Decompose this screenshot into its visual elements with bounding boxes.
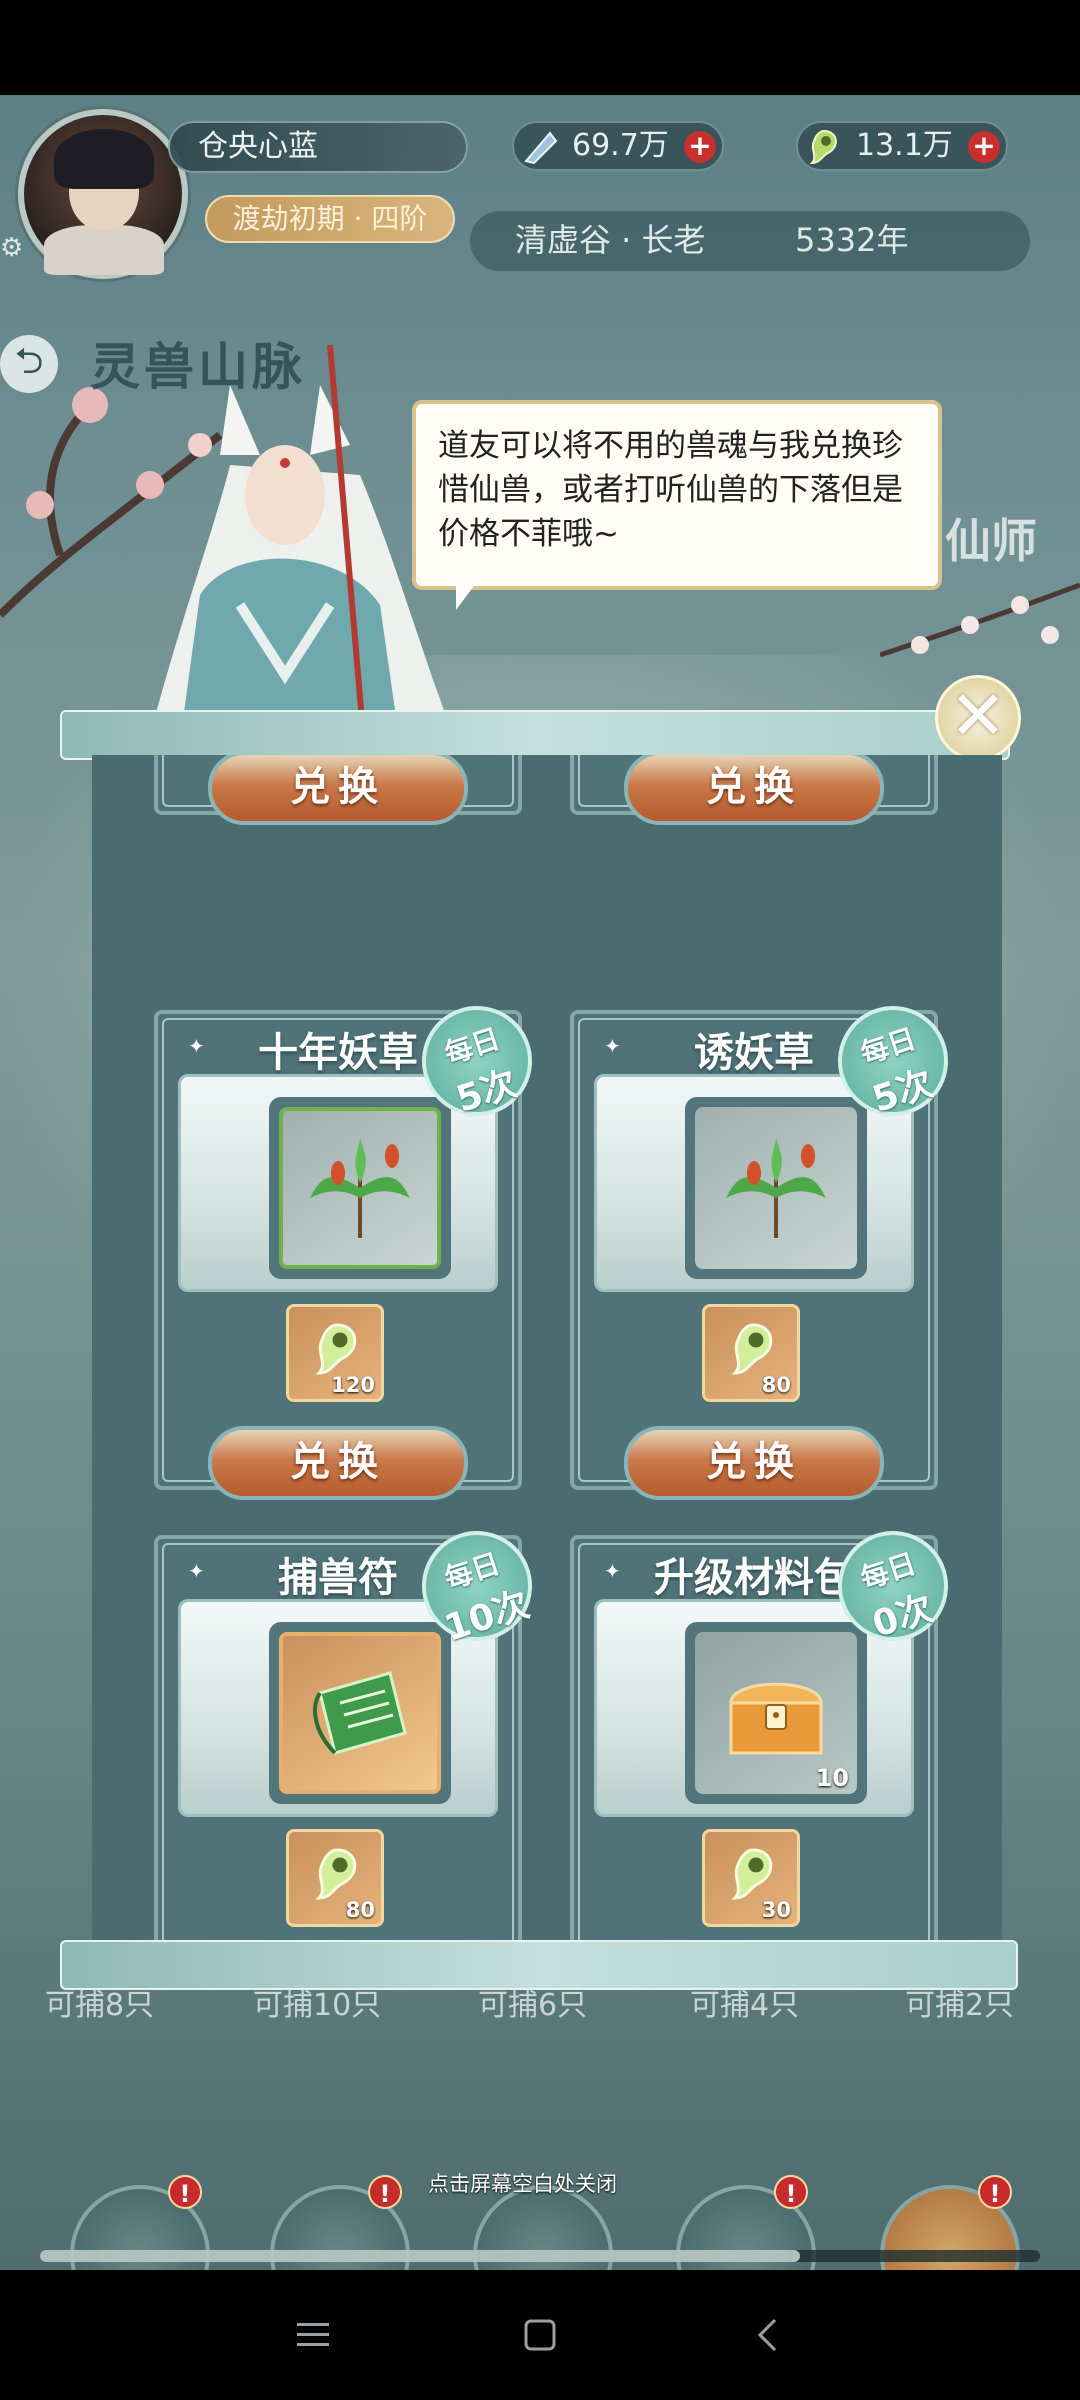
resource-jade-value: 13.1万 xyxy=(856,128,953,163)
catch-count: 可捕8只 xyxy=(45,1988,155,2023)
treasure-chest-icon xyxy=(729,1682,823,1755)
exchange-button[interactable]: 兑换 xyxy=(624,755,884,825)
item-frame[interactable] xyxy=(685,1097,867,1279)
cost-tag: 30 xyxy=(702,1829,800,1927)
catch-count: 可捕10只 xyxy=(253,1988,382,2023)
exchange-button[interactable]: 兑换 xyxy=(624,1426,884,1500)
cost-value: 80 xyxy=(761,1373,791,1397)
back-icon[interactable] xyxy=(722,2290,812,2380)
exchange-button[interactable]: 兑换 xyxy=(208,755,468,825)
notification-badge: ! xyxy=(978,2175,1012,2209)
cost-tag: 80 xyxy=(286,1829,384,1927)
home-icon[interactable] xyxy=(495,2290,585,2380)
catch-count: 可捕4只 xyxy=(690,1988,800,2023)
player-realm: 渡劫初期 · 四阶 xyxy=(205,195,455,243)
cost-tag: 80 xyxy=(702,1304,800,1402)
exchange-button[interactable]: 兑换 xyxy=(208,1426,468,1500)
shop-card: ✦ 捕兽符 每日 10次 80 xyxy=(154,1516,547,1945)
shop-card: ✦ 诱妖草 每日 5次 80 兑换 xyxy=(570,991,963,1500)
shop-card-top-right: 兑换 xyxy=(570,755,938,825)
shop-card: ✦ 升级材料包 10 每日 0次 30 xyxy=(570,1516,963,1945)
cost-tag: 120 xyxy=(286,1304,384,1402)
catch-count: 可捕2只 xyxy=(905,1988,1015,2023)
shop-panel[interactable]: 兑换 兑换 ✦ 十年妖草 每日 5次 120 兑换 ✦ 诱妖草 每日 5次 80… xyxy=(92,755,1002,1945)
shop-card-top-left: 兑换 xyxy=(154,755,522,825)
cost-value: 120 xyxy=(331,1373,375,1397)
location-bar: 清虚谷 · 长老 5332年 xyxy=(470,211,1030,271)
panel-top-scroll-bar xyxy=(60,710,1010,760)
item-frame[interactable] xyxy=(269,1622,451,1804)
demon-herb-icon xyxy=(310,1138,410,1238)
status-bar xyxy=(0,0,1080,95)
item-quantity: 10 xyxy=(815,1764,849,1792)
immortal-master-label: 仙师 xyxy=(945,514,1037,568)
add-feather-button[interactable]: + xyxy=(684,131,716,163)
gear-icon[interactable]: ⚙ xyxy=(0,233,28,263)
notification-badge: ! xyxy=(368,2175,402,2209)
spirit-jade-icon xyxy=(315,1323,357,1375)
close-button[interactable]: ✕ xyxy=(935,675,1021,761)
system-navigation-bar xyxy=(0,2270,1080,2400)
spirit-jade-icon xyxy=(315,1848,357,1900)
item-frame[interactable] xyxy=(269,1097,451,1279)
player-name: 仓央心蓝 xyxy=(168,121,468,173)
lure-herb-icon xyxy=(726,1138,826,1238)
sect-title: 清虚谷 · 长老 xyxy=(515,221,706,259)
game-screen[interactable]: ⚙ 仓央心蓝 渡劫初期 · 四阶 69.7万 + 13.1万 + 清虚谷 · 长… xyxy=(0,95,1080,2270)
close-hint: 点击屏幕空白处关闭 xyxy=(428,2172,617,2196)
player-avatar[interactable] xyxy=(18,109,188,279)
resource-jade: 13.1万 + xyxy=(796,121,1008,171)
add-jade-button[interactable]: + xyxy=(968,131,1000,163)
spirit-jade-icon xyxy=(731,1848,773,1900)
notification-badge: ! xyxy=(168,2175,202,2209)
resource-feather-value: 69.7万 xyxy=(572,128,669,163)
player-age: 5332年 xyxy=(795,221,909,259)
notification-badge: ! xyxy=(774,2175,808,2209)
feather-icon xyxy=(524,131,558,165)
catch-count-row: 可捕8只 可捕10只 可捕6只 可捕4只 可捕2只 xyxy=(0,1980,1080,2023)
cost-value: 30 xyxy=(761,1898,791,1922)
capture-talisman-icon xyxy=(313,1671,407,1755)
scrollbar-thumb[interactable] xyxy=(40,2250,800,2262)
shop-card: ✦ 十年妖草 每日 5次 120 兑换 xyxy=(154,991,547,1500)
menu-icon[interactable] xyxy=(268,2290,358,2380)
cost-value: 80 xyxy=(345,1898,375,1922)
back-button[interactable]: ⮌ xyxy=(0,335,58,393)
resource-feather: 69.7万 + xyxy=(512,121,724,171)
catch-count: 可捕6只 xyxy=(478,1988,588,2023)
npc-speech-bubble: 道友可以将不用的兽魂与我兑换珍惜仙兽，或者打听仙兽的下落但是价格不菲哦~ xyxy=(412,400,942,610)
spirit-jade-icon xyxy=(809,129,837,165)
spirit-jade-icon xyxy=(731,1323,773,1375)
item-frame[interactable]: 10 xyxy=(685,1622,867,1804)
bottom-scrollbar[interactable] xyxy=(40,2250,1040,2262)
